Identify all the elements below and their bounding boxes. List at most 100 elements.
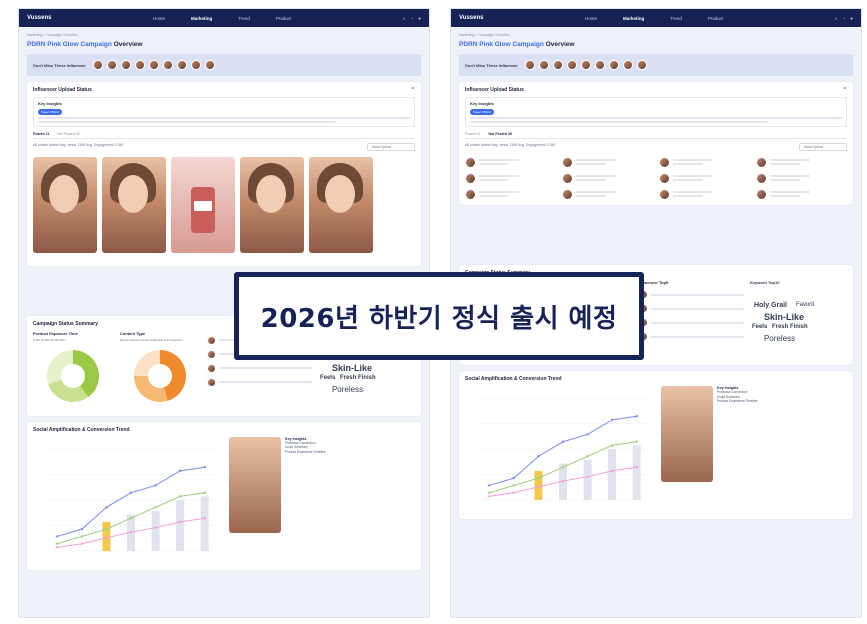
series-point[interactable] xyxy=(178,520,182,523)
avatar[interactable] xyxy=(594,60,605,70)
tab-posted[interactable]: Posted 11 xyxy=(33,132,49,136)
series-point[interactable] xyxy=(80,527,84,530)
series-point[interactable] xyxy=(488,484,491,487)
series-point[interactable] xyxy=(537,476,540,480)
video-thumbnail[interactable] xyxy=(309,157,373,253)
series-point[interactable] xyxy=(512,476,516,480)
avatar[interactable] xyxy=(608,60,619,70)
influencer-card[interactable] xyxy=(562,173,653,184)
series-point[interactable] xyxy=(203,516,206,519)
series-point[interactable] xyxy=(610,444,614,447)
avatar[interactable] xyxy=(580,60,591,70)
avatar[interactable] xyxy=(148,60,159,70)
series-point[interactable] xyxy=(105,527,108,530)
series-point[interactable] xyxy=(586,475,589,478)
series-point[interactable] xyxy=(56,545,59,549)
nav-trend[interactable]: Trend xyxy=(670,16,682,21)
series-point[interactable] xyxy=(586,433,589,436)
series-point[interactable] xyxy=(635,466,638,469)
insight-chip[interactable]: Tweet TB(13) xyxy=(38,109,62,115)
influencer-card[interactable] xyxy=(562,157,653,168)
series-point[interactable] xyxy=(80,534,84,538)
series-point[interactable] xyxy=(610,469,614,473)
series-point[interactable] xyxy=(635,415,638,418)
series-point[interactable] xyxy=(203,465,206,468)
series-point[interactable] xyxy=(154,525,157,529)
avatar[interactable] xyxy=(636,60,647,70)
series-point[interactable] xyxy=(586,455,589,458)
series-point[interactable] xyxy=(129,530,133,533)
series-point[interactable] xyxy=(154,483,157,487)
series-point[interactable] xyxy=(610,418,614,422)
influencer-card[interactable] xyxy=(465,157,556,168)
series-point[interactable] xyxy=(154,505,157,508)
list-item[interactable] xyxy=(206,363,312,373)
influencer-card[interactable] xyxy=(465,189,556,200)
influencer-card[interactable] xyxy=(659,157,750,168)
user-icon[interactable]: ● xyxy=(418,16,421,21)
influencer-card[interactable] xyxy=(756,189,847,200)
collapse-icon[interactable]: ⌃ xyxy=(411,87,415,93)
series-point[interactable] xyxy=(203,491,206,494)
avatar[interactable] xyxy=(176,60,187,70)
sort-dropdown[interactable]: Most Option xyxy=(367,143,415,151)
avatar[interactable] xyxy=(622,60,633,70)
avatar[interactable] xyxy=(92,60,103,70)
nav-product[interactable]: Product xyxy=(276,16,292,21)
breadcrumb[interactable]: Marketing > Campaign Overview xyxy=(27,33,421,37)
user-icon[interactable]: ● xyxy=(850,16,853,21)
series-point[interactable] xyxy=(56,542,59,545)
bell-icon[interactable]: ◔ xyxy=(843,16,846,21)
avatar[interactable] xyxy=(552,60,563,70)
search-icon[interactable]: ⌕ xyxy=(835,16,838,21)
breadcrumb[interactable]: Marketing > Campaign Overview xyxy=(459,33,853,37)
list-item[interactable] xyxy=(638,318,744,327)
series-point[interactable] xyxy=(537,455,540,458)
nav-trend[interactable]: Trend xyxy=(238,16,250,21)
influencer-card[interactable] xyxy=(465,173,556,184)
series-point[interactable] xyxy=(80,542,84,545)
avatar[interactable] xyxy=(538,60,549,70)
series-point[interactable] xyxy=(129,491,133,494)
tab-not-posted[interactable]: Not Posted 39 xyxy=(57,132,79,136)
list-item[interactable] xyxy=(206,377,312,387)
series-point[interactable] xyxy=(561,440,565,443)
influencer-card[interactable] xyxy=(562,189,653,200)
bell-icon[interactable]: ◔ xyxy=(411,16,414,21)
influencer-photo[interactable] xyxy=(661,386,713,482)
series-point[interactable] xyxy=(105,536,108,539)
influencer-card[interactable] xyxy=(659,173,750,184)
influencer-photo[interactable] xyxy=(229,436,281,533)
sort-dropdown[interactable]: Most Option xyxy=(799,143,847,151)
nav-home[interactable]: Home xyxy=(153,16,165,21)
list-item[interactable] xyxy=(638,304,744,313)
avatar[interactable] xyxy=(120,60,131,70)
series-point[interactable] xyxy=(56,534,59,538)
avatar[interactable] xyxy=(190,60,201,70)
avatar[interactable] xyxy=(106,60,117,70)
avatar[interactable] xyxy=(566,60,577,70)
list-item[interactable] xyxy=(638,290,744,299)
video-thumbnail[interactable] xyxy=(102,157,166,253)
campaign-link[interactable]: PDRN Pink Glow Campaign xyxy=(27,41,112,48)
series-point[interactable] xyxy=(488,495,491,498)
video-thumbnail[interactable] xyxy=(33,157,97,253)
series-point[interactable] xyxy=(561,479,565,483)
series-point[interactable] xyxy=(129,516,133,519)
nav-marketing[interactable]: Marketing xyxy=(623,16,644,21)
campaign-link[interactable]: PDRN Pink Glow Campaign xyxy=(459,41,544,48)
collapse-icon[interactable]: ⌃ xyxy=(843,87,847,93)
insight-chip[interactable]: Tweet TB(13) xyxy=(470,109,494,115)
tab-posted[interactable]: Posted 11 xyxy=(465,132,481,136)
video-thumbnail[interactable] xyxy=(240,157,304,253)
series-point[interactable] xyxy=(105,505,108,508)
avatar[interactable] xyxy=(162,60,173,70)
nav-marketing[interactable]: Marketing xyxy=(191,16,212,21)
avatar[interactable] xyxy=(134,60,145,70)
search-icon[interactable]: ⌕ xyxy=(403,16,406,21)
tab-not-posted[interactable]: Not Posted 39 xyxy=(489,132,512,136)
series-point[interactable] xyxy=(178,469,182,472)
series-point[interactable] xyxy=(537,485,540,489)
video-thumbnail[interactable] xyxy=(171,157,235,253)
series-point[interactable] xyxy=(488,491,491,494)
